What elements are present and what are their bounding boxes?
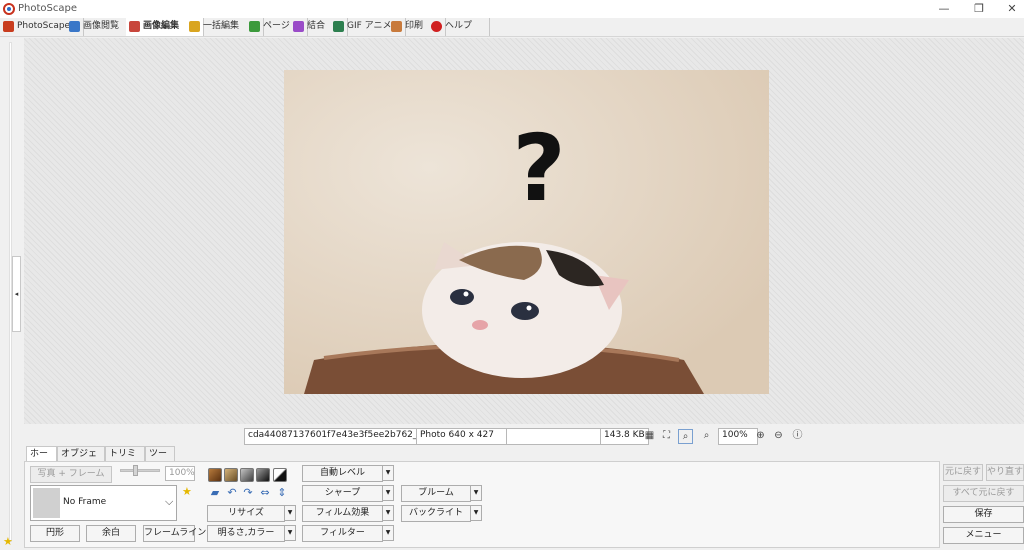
- frame-opacity-slider-thumb[interactable]: [133, 465, 138, 476]
- kitten-photo-image: ?: [284, 70, 769, 394]
- edited-photo[interactable]: ?: [284, 70, 769, 394]
- info-icon[interactable]: ⓘ: [791, 429, 804, 442]
- frameline-button[interactable]: フレームライン: [143, 525, 206, 542]
- photoscape-logo-icon: [3, 3, 15, 15]
- tab-label: ページ: [263, 21, 290, 31]
- margin-button[interactable]: 余白: [86, 525, 136, 542]
- photoscape-tab-icon: [3, 21, 14, 32]
- frame-select-value: No Frame: [63, 497, 107, 507]
- flip-vertical-icon[interactable]: ⇕: [275, 486, 289, 500]
- collapse-panel-button[interactable]: ◂: [12, 256, 21, 332]
- bloom-button[interactable]: ブルーム: [401, 485, 471, 502]
- favorites-star-icon[interactable]: ★: [3, 535, 13, 548]
- tab-label: GIF アニメ: [347, 21, 392, 31]
- circle-button[interactable]: 円形: [30, 525, 80, 542]
- rotate-left-icon[interactable]: ↶: [225, 486, 239, 500]
- tab-home[interactable]: ホーム: [26, 446, 57, 473]
- editor-tab-icon: [129, 21, 140, 32]
- window-title: PhotoScape: [18, 3, 77, 14]
- print-tab-icon: [391, 21, 402, 32]
- flip-horizontal-icon[interactable]: ⇔: [258, 486, 272, 500]
- auto-level-dropdown[interactable]: ▼: [382, 465, 394, 481]
- zoom-out-icon[interactable]: ⊖: [772, 429, 785, 442]
- tab-label: 画像閲覧: [83, 21, 120, 31]
- page-tab-icon: [249, 21, 260, 32]
- chevron-down-icon: ⌵: [165, 495, 174, 508]
- zoom-in-icon[interactable]: ⊕: [754, 429, 767, 442]
- zoom-fit-icon[interactable]: ⌕: [700, 429, 713, 442]
- resize-button[interactable]: リサイズ: [207, 505, 285, 522]
- tab-help[interactable]: ヘルプ: [428, 18, 490, 36]
- color-tone-brown-icon[interactable]: [224, 468, 238, 482]
- auto-level-button[interactable]: 自動レベル: [302, 465, 383, 482]
- backlight-button[interactable]: バックライト: [401, 505, 471, 522]
- restore-button[interactable]: ❐: [961, 0, 997, 18]
- film-effect-button[interactable]: フィルム効果: [302, 505, 383, 522]
- combine-tab-icon: [293, 21, 304, 32]
- actual-size-icon[interactable]: ⌕: [678, 429, 693, 444]
- color-tone-sepia-icon[interactable]: [208, 468, 222, 482]
- minimize-button[interactable]: —: [926, 0, 962, 18]
- gif-tab-icon: [333, 21, 344, 32]
- close-button[interactable]: ✕: [994, 0, 1024, 18]
- help-tab-icon: [431, 21, 442, 32]
- filter-dropdown[interactable]: ▼: [382, 525, 394, 541]
- tab-label: 一括編集: [203, 21, 240, 31]
- redo-button[interactable]: やり直す: [986, 464, 1024, 481]
- tab-label: PhotoScape: [17, 21, 71, 31]
- fit-screen-icon[interactable]: ⛶: [660, 429, 673, 442]
- tab-label: 画像編集: [143, 21, 180, 31]
- tab-label: ヘルプ: [445, 21, 473, 31]
- resize-dropdown[interactable]: ▼: [284, 505, 296, 521]
- filesize-field: 143.8 KB: [600, 428, 649, 445]
- status-bar: cda44087137601f7e43e3f5ee2b762_s.j Photo…: [244, 428, 1024, 445]
- rotate-right-icon[interactable]: ↷: [241, 486, 255, 500]
- open-folder-icon[interactable]: ▰: [208, 486, 222, 500]
- photo-frame-button[interactable]: 写真 + フレーム: [30, 466, 112, 483]
- frame-preview-thumbnail: [33, 488, 60, 518]
- sharpen-dropdown[interactable]: ▼: [382, 485, 394, 501]
- dimensions-field: Photo 640 x 427: [416, 428, 512, 445]
- main-tab-strip: PhotoScape 画像閲覧 画像編集 一括編集 ページ 結合 GIF アニメ…: [0, 18, 1024, 37]
- save-button[interactable]: 保存: [943, 506, 1024, 523]
- tab-crop[interactable]: トリミング: [105, 446, 145, 473]
- tab-label: 印刷: [405, 21, 424, 31]
- tab-label: 結合: [307, 21, 326, 31]
- brightness-color-button[interactable]: 明るさ,カラー: [207, 525, 285, 542]
- undo-all-button[interactable]: すべて元に戻す: [943, 485, 1024, 502]
- frame-select[interactable]: No Frame ⌵: [30, 485, 177, 521]
- frame-opacity-slider[interactable]: [120, 469, 160, 472]
- transparency-grid-icon[interactable]: ▦: [643, 429, 656, 442]
- color-tone-dark-icon[interactable]: [256, 468, 270, 482]
- batch-tab-icon: [189, 21, 200, 32]
- tab-object[interactable]: オブジェクト: [57, 446, 105, 473]
- filename-field: cda44087137601f7e43e3f5ee2b762_s.j: [244, 428, 420, 445]
- bloom-dropdown[interactable]: ▼: [470, 485, 482, 501]
- undo-button[interactable]: 元に戻す: [943, 464, 983, 481]
- sharpen-button[interactable]: シャープ: [302, 485, 383, 502]
- color-tone-gray-icon[interactable]: [240, 468, 254, 482]
- frame-opacity-value: 100%: [165, 466, 195, 481]
- color-tone-bw-icon[interactable]: [273, 468, 287, 482]
- brightness-color-dropdown[interactable]: ▼: [284, 525, 296, 541]
- zoom-level-field: 100%: [718, 428, 758, 445]
- tab-tools[interactable]: ツール: [145, 446, 175, 473]
- title-bar: [0, 0, 1024, 18]
- film-effect-dropdown[interactable]: ▼: [382, 505, 394, 521]
- question-mark-annotation[interactable]: ?: [512, 115, 565, 222]
- filter-button[interactable]: フィルター: [302, 525, 383, 542]
- backlight-dropdown[interactable]: ▼: [470, 505, 482, 521]
- frame-favorite-star-icon[interactable]: ★: [182, 485, 192, 498]
- status-extra-field: [506, 428, 606, 445]
- viewer-tab-icon: [69, 21, 80, 32]
- menu-button[interactable]: メニュー: [943, 527, 1024, 544]
